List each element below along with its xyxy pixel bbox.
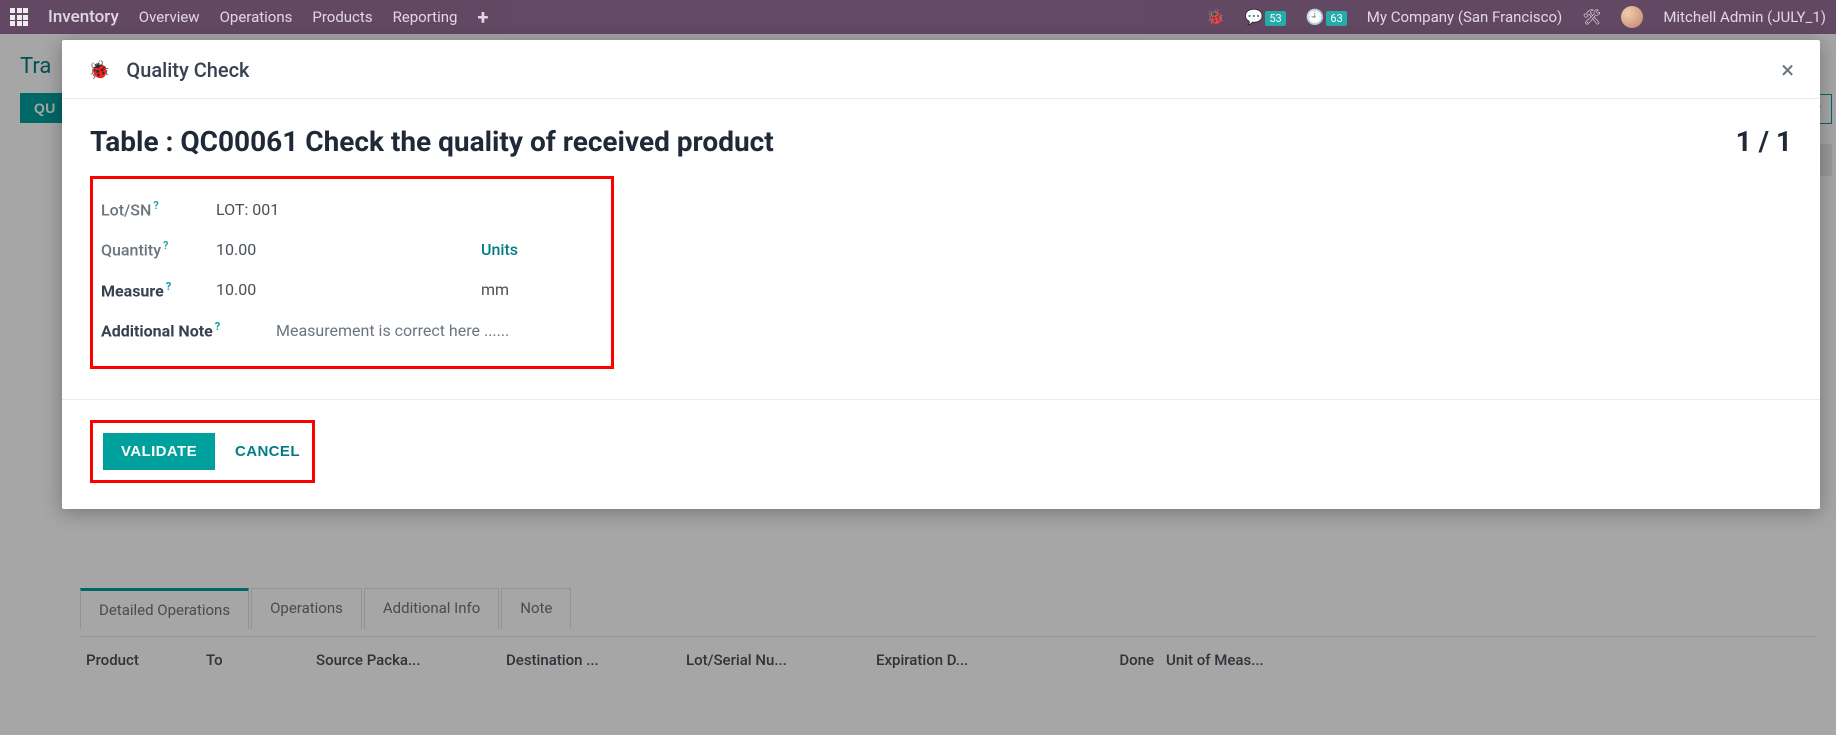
modal-header: 🐞 Quality Check × (62, 40, 1820, 99)
company-switch[interactable]: My Company (San Francisco) (1367, 8, 1562, 26)
app-brand[interactable]: Inventory (48, 7, 119, 27)
help-icon[interactable]: ? (215, 320, 220, 333)
validate-button[interactable]: VALIDATE (103, 433, 215, 470)
quantity-value[interactable]: 10.00 (216, 240, 481, 259)
nav-overview[interactable]: Overview (139, 8, 200, 26)
quantity-label: Quantity? (101, 239, 216, 259)
quality-check-modal: 🐞 Quality Check × Table : QC00061 Check … (62, 40, 1820, 509)
note-value[interactable]: Measurement is correct here ...... (276, 321, 541, 340)
modal-title: Quality Check (126, 58, 249, 82)
record-headline: Table : QC00061 Check the quality of rec… (90, 125, 774, 158)
measure-value[interactable]: 10.00 (216, 280, 481, 299)
user-menu[interactable]: Mitchell Admin (JULY_1) (1663, 8, 1826, 26)
activities-icon[interactable]: 🕘63 (1306, 8, 1347, 26)
help-icon[interactable]: ? (163, 239, 168, 252)
modal-body: Table : QC00061 Check the quality of rec… (62, 99, 1820, 399)
nav-reporting[interactable]: Reporting (393, 8, 458, 26)
help-icon[interactable]: ? (166, 280, 171, 293)
quantity-unit[interactable]: Units (481, 240, 518, 259)
fields-highlight: Lot/SN? LOT: 001 Quantity? 10.00 Units M… (90, 176, 614, 369)
modal-footer: VALIDATE CANCEL (62, 399, 1820, 509)
top-navbar: Inventory Overview Operations Products R… (0, 0, 1836, 34)
note-label: Additional Note? (101, 320, 276, 340)
bug-icon: 🐞 (88, 60, 110, 81)
measure-unit: mm (481, 280, 509, 299)
apps-icon[interactable] (10, 8, 28, 26)
nav-products[interactable]: Products (312, 8, 372, 26)
avatar[interactable] (1621, 6, 1643, 28)
footer-highlight: VALIDATE CANCEL (90, 420, 315, 483)
cancel-button[interactable]: CANCEL (235, 443, 300, 460)
plus-icon[interactable]: + (477, 5, 488, 29)
wrench-icon[interactable]: 🛠 (1582, 8, 1601, 26)
close-icon[interactable]: × (1781, 58, 1794, 82)
pager: 1 / 1 (1736, 125, 1792, 158)
messages-icon[interactable]: 💬53 (1245, 8, 1286, 26)
lot-label: Lot/SN? (101, 199, 216, 219)
bug-icon[interactable]: 🐞 (1206, 8, 1225, 26)
measure-label: Measure? (101, 280, 216, 300)
lot-value: LOT: 001 (216, 200, 481, 219)
nav-operations[interactable]: Operations (220, 8, 293, 26)
help-icon[interactable]: ? (153, 199, 158, 212)
